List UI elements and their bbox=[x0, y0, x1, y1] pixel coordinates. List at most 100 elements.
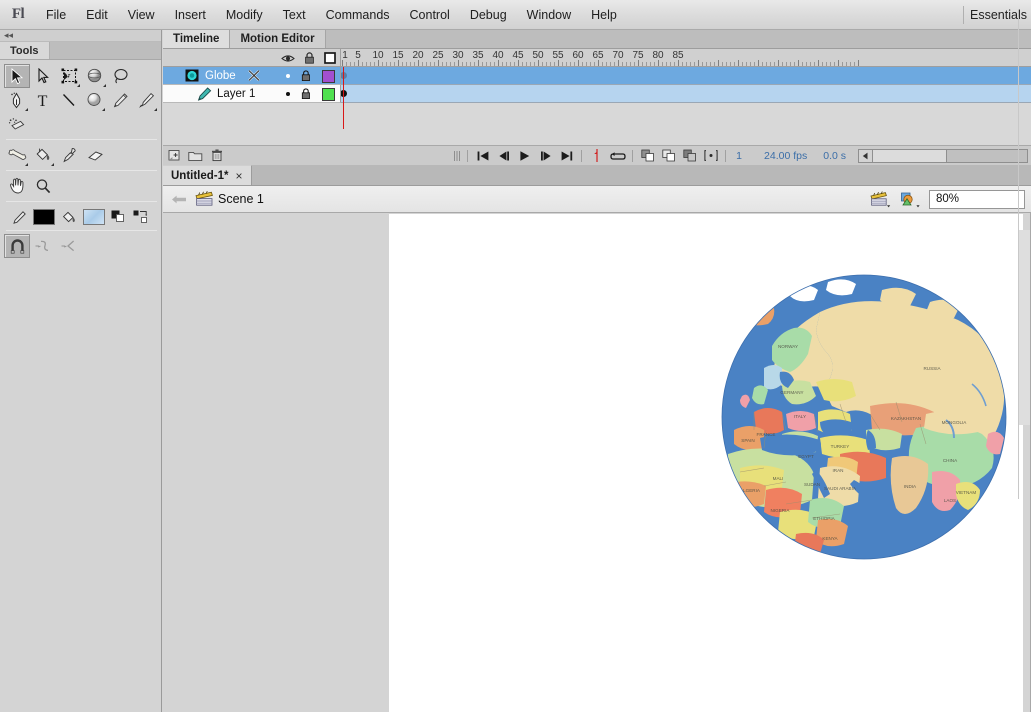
zoom-level-field[interactable]: 80% bbox=[929, 189, 1025, 209]
option-straighten[interactable] bbox=[56, 234, 82, 258]
loop-playback-icon[interactable] bbox=[609, 148, 626, 164]
edit-symbols-button[interactable] bbox=[899, 190, 921, 208]
play-icon[interactable] bbox=[516, 148, 533, 164]
document-tab-untitled-1[interactable]: Untitled-1* × bbox=[163, 165, 252, 185]
tool-deco-spray[interactable] bbox=[4, 112, 30, 136]
stage-canvas[interactable]: RUSSIA CHINA INDIA KAZAKHSTAN MONGOLIA I… bbox=[389, 214, 1023, 712]
ruler-label: 55 bbox=[552, 50, 564, 61]
new-layer-icon[interactable] bbox=[166, 148, 183, 164]
vertical-scrollbar-thumb[interactable] bbox=[1019, 230, 1030, 425]
layer-visibility-toggle[interactable] bbox=[286, 92, 290, 96]
edit-multiple-frames-icon[interactable] bbox=[681, 148, 698, 164]
workspace-switcher[interactable]: Essentials bbox=[970, 8, 1031, 22]
delete-layer-icon[interactable] bbox=[208, 148, 225, 164]
eye-icon[interactable] bbox=[281, 53, 295, 64]
frames-grid[interactable] bbox=[341, 67, 1031, 129]
layer-name-label[interactable]: Layer 1 bbox=[217, 88, 255, 100]
ruler-tick bbox=[554, 62, 555, 66]
back-arrow-icon[interactable] bbox=[169, 194, 189, 205]
globe-world-map[interactable]: RUSSIA CHINA INDIA KAZAKHSTAN MONGOLIA I… bbox=[720, 272, 1008, 562]
onion-skin-outlines-icon[interactable] bbox=[660, 148, 677, 164]
frame-row-layer-1[interactable] bbox=[341, 85, 1031, 103]
menu-view[interactable]: View bbox=[118, 0, 165, 30]
tool-3d-rotation[interactable] bbox=[82, 64, 108, 88]
tab-timeline[interactable]: Timeline bbox=[163, 30, 231, 48]
keyframe-marker[interactable] bbox=[341, 90, 347, 97]
center-frame-icon[interactable] bbox=[588, 148, 605, 164]
playhead[interactable] bbox=[343, 67, 344, 129]
tool-lasso[interactable] bbox=[108, 64, 134, 88]
scene-name-label[interactable]: Scene 1 bbox=[218, 192, 264, 206]
tool-oval[interactable] bbox=[81, 88, 107, 112]
tool-line[interactable] bbox=[56, 88, 82, 112]
menu-text[interactable]: Text bbox=[273, 0, 316, 30]
menu-control[interactable]: Control bbox=[400, 0, 460, 30]
timeline-ruler[interactable]: 1 5 10 15 20 25 30 35 40 45 50 55 60 65 70 75 80 85 bbox=[341, 49, 1031, 67]
tool-paint-bucket[interactable] bbox=[30, 143, 56, 167]
tab-tools[interactable]: Tools bbox=[0, 42, 50, 59]
resize-grip-icon bbox=[453, 150, 461, 162]
tool-subselection[interactable] bbox=[30, 64, 56, 88]
option-smooth[interactable] bbox=[30, 234, 56, 258]
tool-eyedropper[interactable] bbox=[56, 143, 82, 167]
option-snap-to-objects[interactable] bbox=[4, 234, 30, 258]
layer-row-globe[interactable]: Globe bbox=[163, 67, 341, 85]
step-back-one-frame-icon[interactable] bbox=[495, 148, 512, 164]
onion-skin-icon[interactable] bbox=[639, 148, 656, 164]
tool-bone[interactable] bbox=[4, 143, 30, 167]
go-to-last-frame-icon[interactable] bbox=[558, 148, 575, 164]
tool-text[interactable]: T bbox=[30, 88, 56, 112]
tool-free-transform[interactable] bbox=[56, 64, 82, 88]
menu-modify[interactable]: Modify bbox=[216, 0, 273, 30]
menu-window[interactable]: Window bbox=[517, 0, 581, 30]
layer-name-label[interactable]: Globe bbox=[205, 70, 236, 82]
menu-commands[interactable]: Commands bbox=[316, 0, 400, 30]
ruler-label: 5 bbox=[355, 50, 361, 61]
swap-colors-button[interactable] bbox=[131, 210, 151, 224]
layer-lock-toggle[interactable] bbox=[301, 70, 311, 82]
menu-edit[interactable]: Edit bbox=[76, 0, 118, 30]
layer-outline-color-swatch[interactable] bbox=[322, 69, 335, 83]
work-area[interactable]: RUSSIA CHINA INDIA KAZAKHSTAN MONGOLIA I… bbox=[163, 213, 1031, 712]
ruler-tick bbox=[562, 62, 563, 66]
timeline-horizontal-scrollbar-thumb[interactable] bbox=[873, 149, 947, 162]
flash-logo: Fl bbox=[11, 6, 25, 22]
fill-color-swatch[interactable] bbox=[83, 209, 105, 225]
black-and-white-button[interactable] bbox=[108, 210, 128, 224]
tool-pencil[interactable] bbox=[107, 88, 133, 112]
stroke-color-swatch[interactable] bbox=[33, 209, 55, 225]
keyframe-marker[interactable] bbox=[341, 72, 347, 79]
edit-scene-button[interactable] bbox=[870, 190, 891, 208]
close-icon[interactable]: × bbox=[236, 170, 243, 182]
modify-onion-markers-icon[interactable] bbox=[702, 148, 719, 164]
ruler-tick bbox=[630, 62, 631, 66]
menu-file[interactable]: File bbox=[36, 0, 76, 30]
tool-hand[interactable] bbox=[4, 174, 30, 198]
layer-visibility-toggle[interactable] bbox=[286, 74, 290, 78]
frame-row-globe[interactable] bbox=[341, 67, 1031, 85]
tool-pen[interactable] bbox=[4, 88, 30, 112]
layer-lock-toggle[interactable] bbox=[301, 88, 311, 100]
outline-square-icon[interactable] bbox=[324, 52, 336, 64]
lock-icon[interactable] bbox=[304, 52, 315, 64]
new-folder-icon[interactable] bbox=[187, 148, 204, 164]
tool-zoom-magnifier[interactable] bbox=[30, 174, 56, 198]
frames-empty-area[interactable] bbox=[341, 103, 1031, 129]
ruler-tick bbox=[858, 60, 859, 66]
tool-selection[interactable] bbox=[4, 64, 30, 88]
menu-insert[interactable]: Insert bbox=[165, 0, 216, 30]
tab-motion-editor[interactable]: Motion Editor bbox=[230, 30, 326, 48]
menu-help[interactable]: Help bbox=[581, 0, 627, 30]
step-forward-one-frame-icon[interactable] bbox=[537, 148, 554, 164]
scroll-left-arrow-icon[interactable] bbox=[859, 149, 873, 162]
ruler-tick bbox=[514, 62, 515, 66]
menu-debug[interactable]: Debug bbox=[460, 0, 517, 30]
tools-collapse-button[interactable]: ◂◂ bbox=[0, 30, 161, 42]
timeline-horizontal-scrollbar[interactable] bbox=[858, 148, 1028, 163]
layer-outline-color-swatch[interactable] bbox=[322, 87, 335, 101]
frame-rate-field[interactable]: 24.00 fps bbox=[764, 150, 807, 162]
layer-row-layer-1[interactable]: Layer 1 bbox=[163, 85, 341, 103]
tool-eraser[interactable] bbox=[82, 143, 108, 167]
go-to-first-frame-icon[interactable] bbox=[474, 148, 491, 164]
tool-brush[interactable] bbox=[133, 88, 159, 112]
